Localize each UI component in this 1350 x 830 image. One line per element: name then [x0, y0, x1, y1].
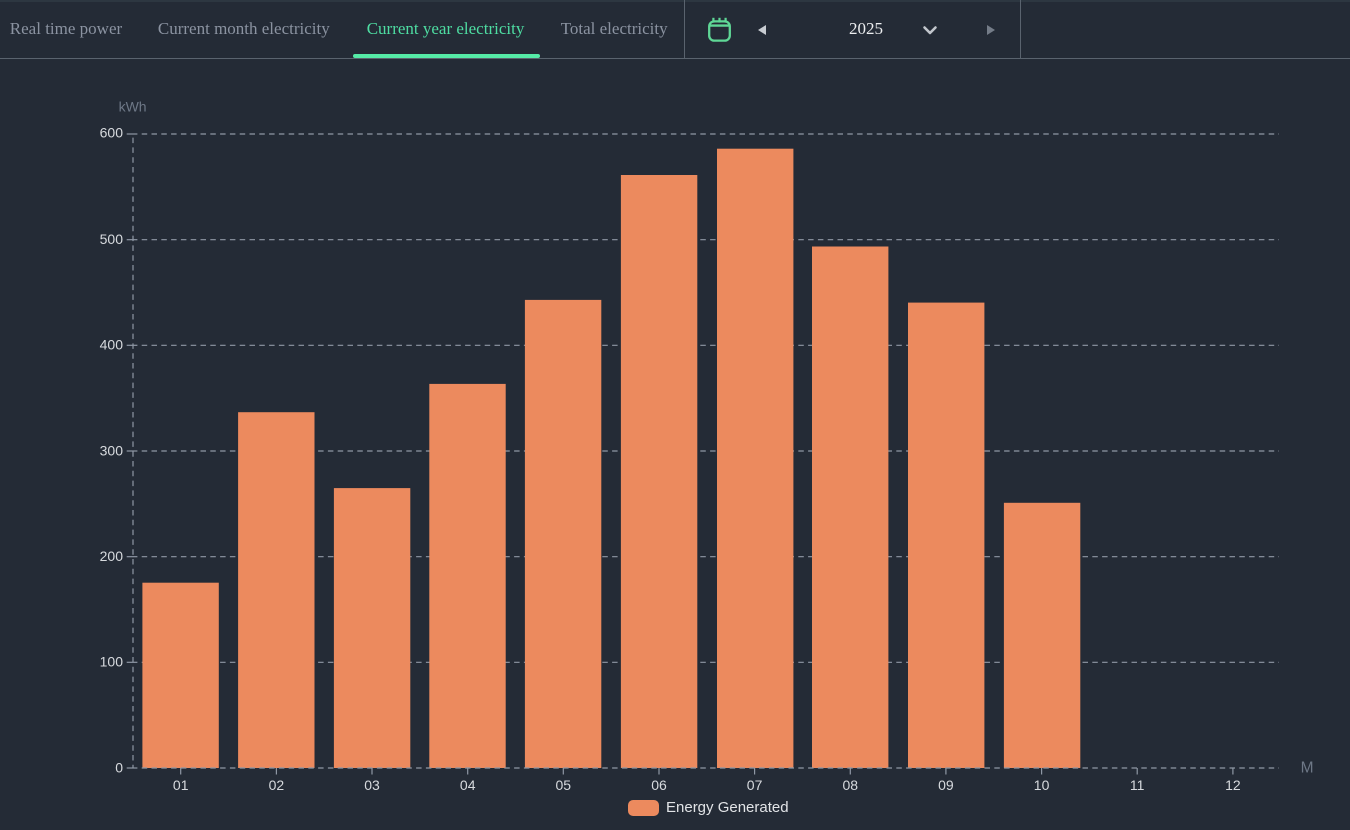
svg-text:11: 11: [1130, 777, 1145, 793]
svg-text:400: 400: [100, 337, 124, 353]
svg-text:05: 05: [556, 777, 572, 793]
svg-text:06: 06: [651, 777, 667, 793]
svg-text:01: 01: [173, 777, 189, 793]
svg-text:07: 07: [747, 777, 763, 793]
svg-text:0: 0: [115, 759, 123, 775]
svg-text:500: 500: [100, 231, 124, 247]
svg-text:100: 100: [100, 654, 124, 670]
svg-text:10: 10: [1034, 777, 1050, 793]
svg-text:12: 12: [1225, 777, 1241, 793]
svg-text:600: 600: [100, 124, 124, 140]
svg-text:02: 02: [269, 777, 285, 793]
svg-text:300: 300: [100, 442, 124, 458]
svg-text:08: 08: [843, 777, 859, 793]
svg-text:04: 04: [460, 777, 476, 793]
svg-text:kWh: kWh: [119, 98, 147, 114]
svg-text:09: 09: [938, 777, 954, 793]
svg-text:200: 200: [100, 548, 124, 564]
svg-text:03: 03: [364, 777, 380, 793]
svg-text:M: M: [1301, 759, 1314, 776]
